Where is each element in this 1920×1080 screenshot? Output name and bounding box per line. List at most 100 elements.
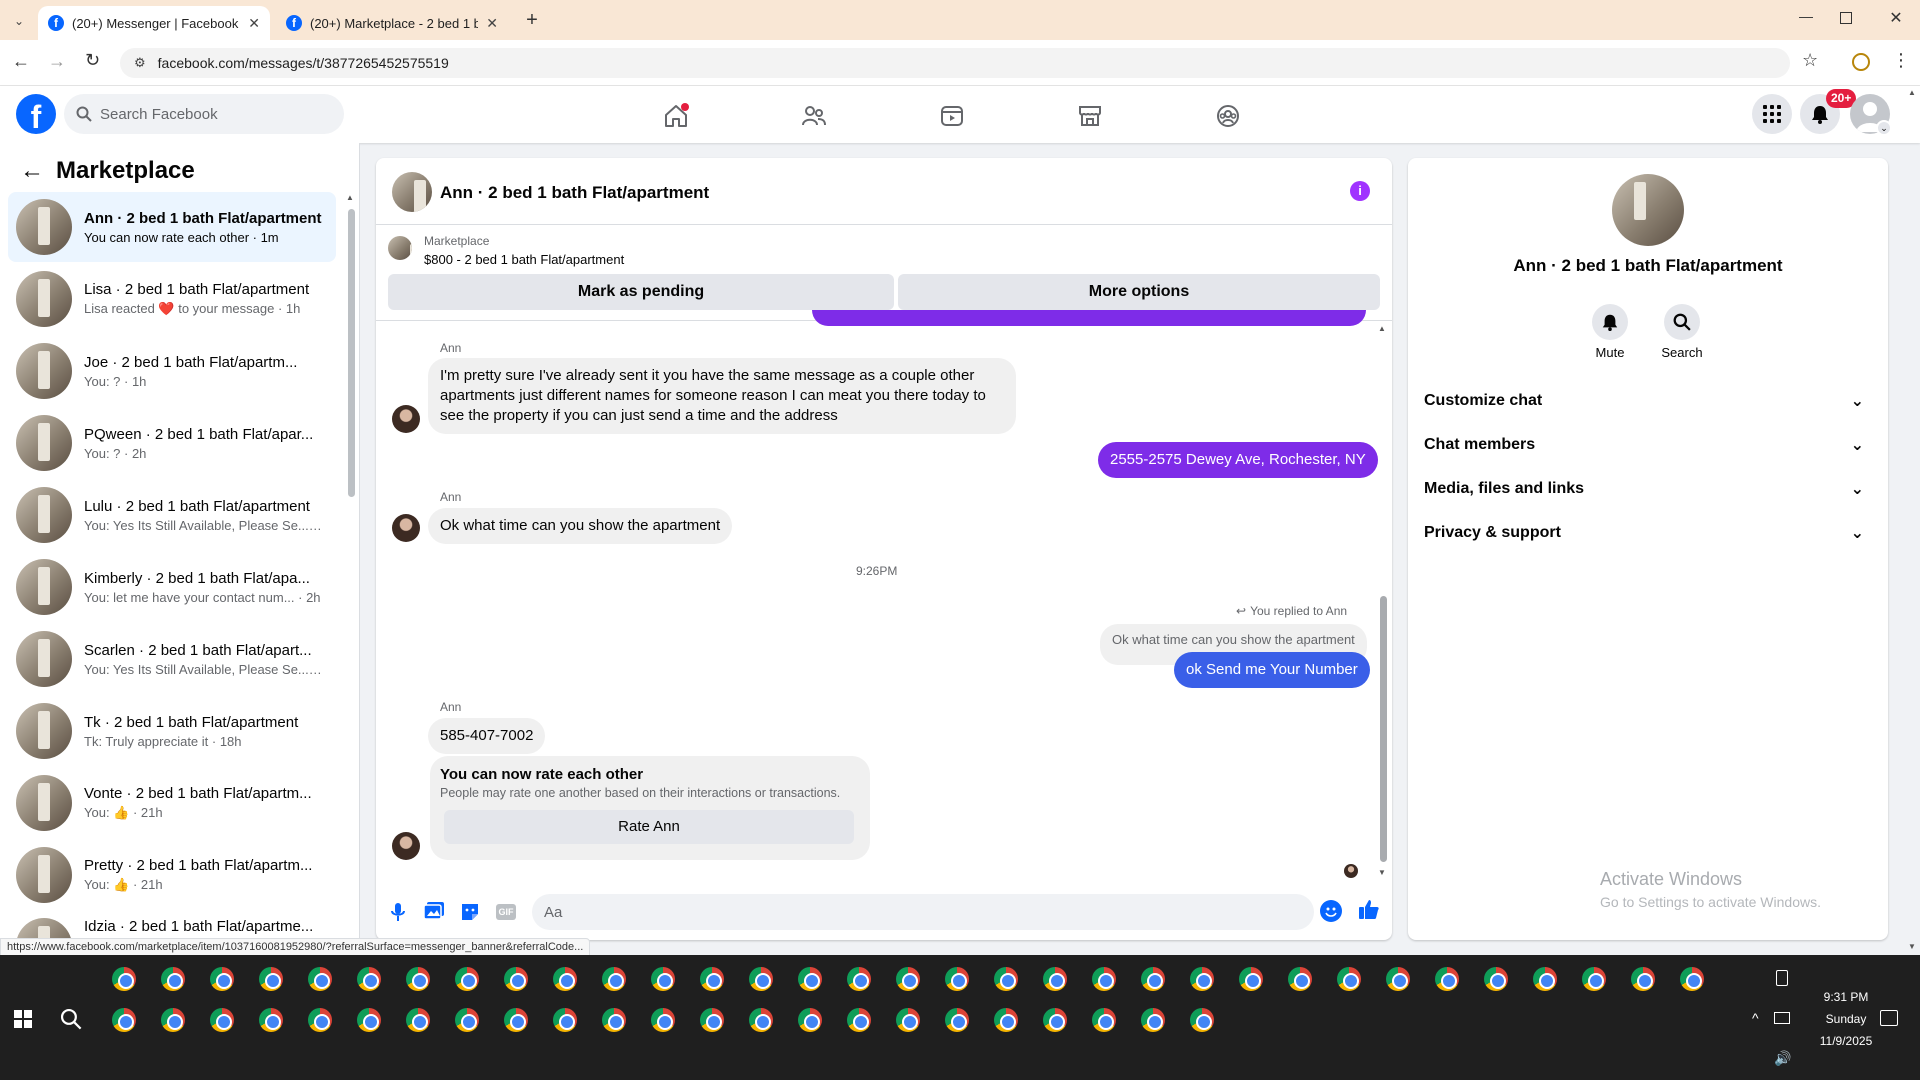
minimize-window-icon[interactable]: — (1794, 8, 1818, 32)
thumbs-up-icon[interactable] (1358, 898, 1380, 920)
message-bubble-sent[interactable]: ok Send me Your Number (1174, 652, 1370, 688)
message-bubble-received[interactable]: 585-407-7002 (428, 718, 546, 754)
taskbar-app-icon[interactable] (455, 1008, 479, 1032)
conversation-item[interactable]: Scarlen · 2 bed 1 bath Flat/apart... You:… (8, 624, 336, 694)
close-window-icon[interactable]: ✕ (1884, 8, 1908, 32)
sticker-icon[interactable] (460, 902, 480, 922)
taskbar-app-icon[interactable] (1386, 967, 1410, 991)
rate-ann-button[interactable]: Rate Ann (444, 810, 854, 844)
taskbar-app-icon[interactable] (1141, 967, 1165, 991)
scrollbar[interactable] (348, 209, 355, 497)
chat-scrollbar[interactable] (1380, 596, 1387, 862)
section-privacy-support[interactable]: Privacy & support ⌄ (1424, 511, 1872, 555)
taskbar-app-icon[interactable] (1043, 1008, 1067, 1032)
taskbar-app-icon[interactable] (1337, 967, 1361, 991)
notification-center-icon[interactable] (1880, 1010, 1898, 1026)
bookmark-star-icon[interactable]: ☆ (1802, 50, 1818, 71)
page-scrollbar-up-icon[interactable]: ▲ (1908, 88, 1916, 97)
reload-icon[interactable]: ↻ (85, 50, 100, 71)
info-icon[interactable]: i (1350, 181, 1370, 201)
section-chat-members[interactable]: Chat members ⌄ (1424, 423, 1872, 467)
emoji-icon[interactable] (1320, 900, 1342, 922)
close-tab-icon[interactable]: ✕ (248, 15, 260, 32)
conversation-item[interactable]: Ann · 2 bed 1 bath Flat/apartment You can… (8, 192, 336, 262)
conversation-item[interactable]: PQween · 2 bed 1 bath Flat/apar... You: ?… (8, 408, 336, 478)
taskbar-app-icon[interactable] (1631, 967, 1655, 991)
volume-icon[interactable]: 🔊 (1774, 1050, 1791, 1067)
section-customize-chat[interactable]: Customize chat ⌄ (1424, 379, 1872, 423)
taskbar-app-icon[interactable] (112, 1008, 136, 1032)
forward-icon[interactable]: → (48, 51, 66, 72)
taskbar-app-icon[interactable] (1092, 967, 1116, 991)
taskbar-app-icon[interactable] (749, 1008, 773, 1032)
tray-chevron-icon[interactable]: ^ (1752, 1010, 1759, 1026)
conversation-item[interactable]: Lulu · 2 bed 1 bath Flat/apartment You: Y… (8, 480, 336, 550)
conversation-item[interactable]: Pretty · 2 bed 1 bath Flat/apartm... You:… (8, 840, 336, 910)
taskbar-app-icon[interactable] (1190, 1008, 1214, 1032)
taskbar-app-icon[interactable] (504, 967, 528, 991)
restore-window-icon[interactable] (1840, 12, 1852, 24)
taskbar-app-icon[interactable] (945, 1008, 969, 1032)
nav-video[interactable] (930, 96, 974, 136)
taskbar-app-icon[interactable] (357, 967, 381, 991)
gif-icon[interactable]: GIF (496, 904, 516, 920)
taskbar-app-icon[interactable] (651, 967, 675, 991)
taskbar-app-icon[interactable] (749, 967, 773, 991)
taskbar-app-icon[interactable] (161, 967, 185, 991)
taskbar-app-icon[interactable] (602, 967, 626, 991)
nav-home[interactable] (654, 96, 698, 136)
new-tab-button[interactable]: + (520, 8, 544, 32)
taskbar-app-icon[interactable] (259, 967, 283, 991)
taskbar-app-icon[interactable] (945, 967, 969, 991)
site-info-icon[interactable]: ⚙ (134, 55, 146, 71)
taskbar-app-icon[interactable] (553, 967, 577, 991)
page-scrollbar-down-icon[interactable]: ▼ (1908, 942, 1916, 951)
profile-thumbnail[interactable] (1612, 174, 1684, 246)
nav-friends[interactable] (792, 96, 836, 136)
conversation-item[interactable]: Joe · 2 bed 1 bath Flat/apartm... You: ? … (8, 336, 336, 406)
tab-search-button[interactable]: ⌄ (8, 10, 30, 32)
scroll-up-icon[interactable]: ▲ (1378, 324, 1386, 333)
conversation-item[interactable]: Tk · 2 bed 1 bath Flat/apartment Tk: Trul… (8, 696, 336, 766)
taskbar-app-icon[interactable] (1043, 967, 1067, 991)
start-button[interactable] (14, 1010, 32, 1028)
taskbar-app-icon[interactable] (700, 967, 724, 991)
mark-as-pending-button[interactable]: Mark as pending (388, 274, 894, 310)
clock-time[interactable]: 9:31 PM (1804, 990, 1888, 1004)
tab-messenger[interactable]: f (20+) Messenger | Facebook ✕ (38, 6, 270, 40)
conversation-item[interactable]: Vonte · 2 bed 1 bath Flat/apartm... You: … (8, 768, 336, 838)
taskbar-app-icon[interactable] (553, 1008, 577, 1032)
message-input[interactable]: Aa (532, 894, 1314, 930)
taskbar-search-icon[interactable] (60, 1008, 82, 1030)
taskbar-app-icon[interactable] (1288, 967, 1312, 991)
taskbar-app-icon[interactable] (161, 1008, 185, 1032)
battery-saver-icon[interactable] (1776, 970, 1788, 986)
taskbar-app-icon[interactable] (896, 967, 920, 991)
message-bubble-received[interactable]: I'm pretty sure I've already sent it you… (428, 358, 1016, 434)
taskbar-app-icon[interactable] (308, 967, 332, 991)
facebook-logo-icon[interactable]: f (16, 94, 56, 134)
close-tab-icon[interactable]: ✕ (486, 15, 498, 32)
chat-title[interactable]: Ann · 2 bed 1 bath Flat/apartment (440, 183, 709, 203)
photo-icon[interactable] (424, 902, 444, 920)
taskbar-app-icon[interactable] (1190, 967, 1214, 991)
taskbar-app-icon[interactable] (1680, 967, 1704, 991)
taskbar-app-icon[interactable] (798, 1008, 822, 1032)
scroll-down-icon[interactable]: ▼ (1378, 868, 1386, 877)
listing-banner-link[interactable]: $800 - 2 bed 1 bath Flat/apartment (424, 252, 624, 267)
nav-gaming[interactable] (1206, 96, 1250, 136)
account-chevron-icon[interactable]: ⌄ (1876, 120, 1892, 136)
message-bubble-sent[interactable]: 2555-2575 Dewey Ave, Rochester, NY (1098, 442, 1378, 478)
taskbar-app-icon[interactable] (1484, 967, 1508, 991)
network-icon[interactable] (1774, 1012, 1790, 1024)
taskbar-app-icon[interactable] (1533, 967, 1557, 991)
taskbar-app-icon[interactable] (798, 967, 822, 991)
scroll-up-icon[interactable]: ▲ (346, 193, 354, 202)
microphone-icon[interactable] (390, 902, 406, 922)
taskbar-app-icon[interactable] (455, 967, 479, 991)
section-media-files-links[interactable]: Media, files and links ⌄ (1424, 467, 1872, 511)
listing-thumbnail[interactable] (388, 236, 412, 260)
menu-button[interactable] (1752, 94, 1792, 134)
taskbar-app-icon[interactable] (357, 1008, 381, 1032)
taskbar-app-icon[interactable] (112, 967, 136, 991)
